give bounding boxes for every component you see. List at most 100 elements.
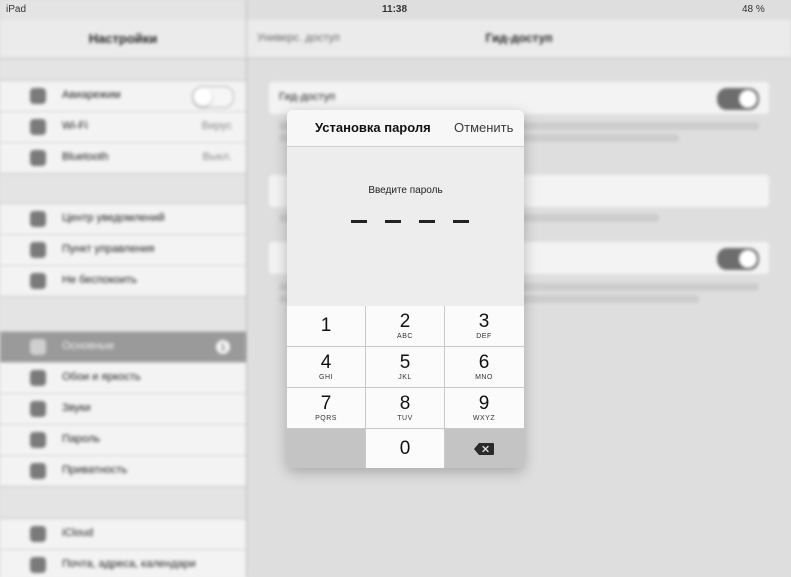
- sidebar-item-notification-center[interactable]: Центр уведомлений: [0, 204, 246, 235]
- passcode-prompt: Введите пароль: [368, 185, 443, 196]
- dialog-title: Установка пароля: [315, 120, 431, 135]
- passcode-digit-slot: [453, 220, 469, 223]
- key-digit: 6: [478, 352, 490, 373]
- key-digit: 7: [320, 393, 332, 414]
- speaker-icon: [30, 401, 46, 417]
- detail-title: Гид-доступ: [485, 31, 553, 45]
- key-digit: 1: [320, 315, 332, 336]
- key-digit: 3: [478, 311, 490, 332]
- airplane-toggle[interactable]: [192, 86, 234, 108]
- sidebar-item-label: Bluetooth: [62, 151, 109, 163]
- key-3[interactable]: 3 DEF: [445, 306, 524, 346]
- sidebar-item-value: Вируc: [201, 120, 232, 132]
- sidebar-item-label: iCloud: [62, 527, 94, 539]
- sidebar-item-label: Звуки: [62, 402, 91, 414]
- ipad-screen: Настройки Авиарежим Wi-Fi Вируc Bluetoot…: [0, 0, 791, 577]
- sidebar-group-connectivity: Авиарежим Wi-Fi Вируc Bluetooth Выкл.: [0, 80, 246, 174]
- device-label: iPad: [6, 4, 27, 15]
- key-4[interactable]: 4 GHI: [287, 347, 365, 387]
- sidebar-item-do-not-disturb[interactable]: Не беспокоить: [0, 266, 246, 296]
- key-digit: 4: [320, 352, 332, 373]
- blank-key: [287, 429, 365, 468]
- detail-header: Универс. доступ Гид-доступ: [247, 20, 791, 59]
- guided-access-label: Гид-доступ: [279, 91, 336, 103]
- sidebar-item-sounds[interactable]: Звуки: [0, 394, 246, 425]
- key-digit: 9: [478, 393, 490, 414]
- passcode-digit-slot: [351, 220, 367, 223]
- sidebar-item-bluetooth[interactable]: Bluetooth Выкл.: [0, 143, 246, 173]
- key-letters: ABC: [397, 333, 413, 340]
- sidebar-item-mail[interactable]: Почта, адреса, календари: [0, 550, 246, 577]
- sidebar-item-value: Выкл.: [202, 151, 232, 163]
- sidebar-header: Настройки: [0, 20, 246, 59]
- sidebar-item-label: Почта, адреса, календари: [62, 558, 196, 570]
- gear-icon: [30, 339, 46, 355]
- sidebar-item-label: Авиарежим: [62, 89, 121, 101]
- bluetooth-icon: [30, 150, 46, 166]
- key-8[interactable]: 8 TUV: [366, 388, 444, 428]
- sidebar-item-label: Обои и яркость: [62, 371, 141, 383]
- sidebar-item-privacy[interactable]: Приватность: [0, 456, 246, 486]
- key-letters: DEF: [476, 333, 492, 340]
- clock: 11:38: [382, 4, 408, 15]
- sidebar-item-general[interactable]: Основные 1: [0, 332, 246, 363]
- sidebar-item-label: Не беспокоить: [62, 274, 137, 286]
- key-letters: WXYZ: [472, 415, 496, 422]
- cancel-button[interactable]: Отменить: [454, 120, 513, 135]
- passcode-digit-slot: [419, 220, 435, 223]
- set-passcode-dialog: Установка пароля Отменить Введите пароль…: [287, 110, 524, 468]
- backspace-icon: [474, 443, 494, 455]
- key-digit: 8: [399, 393, 411, 414]
- sidebar-item-label: Центр уведомлений: [62, 212, 165, 224]
- key-letters: PQRS: [315, 415, 337, 422]
- sidebar-item-icloud[interactable]: iCloud: [0, 519, 246, 550]
- sidebar-item-airplane[interactable]: Авиарежим: [0, 81, 246, 112]
- cloud-icon: [30, 526, 46, 542]
- sidebar-item-label: Основные: [62, 340, 115, 352]
- sidebar-title: Настройки: [88, 31, 158, 46]
- key-letters: JKL: [398, 374, 412, 381]
- key-letters: MNO: [475, 374, 493, 381]
- moon-icon: [30, 273, 46, 289]
- accessibility-shortcut-toggle[interactable]: [717, 248, 759, 270]
- numeric-keypad: 1 2 ABC 3 DEF 4 GHI 5 JKL 6 MNO 7 PQRS 8…: [287, 306, 524, 468]
- battery-percent: 48 %: [742, 4, 765, 15]
- key-digit: 2: [399, 311, 411, 332]
- key-letters: TUV: [397, 415, 413, 422]
- key-1[interactable]: 1: [287, 306, 365, 346]
- sidebar-group-notifications: Центр уведомлений Пункт управления Не бе…: [0, 203, 246, 297]
- key-digit: 5: [399, 352, 411, 373]
- update-badge: 1: [216, 340, 230, 354]
- wallpaper-icon: [30, 370, 46, 386]
- sidebar-item-wifi[interactable]: Wi-Fi Вируc: [0, 112, 246, 143]
- lock-icon: [30, 432, 46, 448]
- key-7[interactable]: 7 PQRS: [287, 388, 365, 428]
- key-digit: 0: [399, 438, 411, 459]
- sidebar-group-accounts: iCloud Почта, адреса, календари: [0, 518, 246, 577]
- settings-sidebar: Настройки Авиарежим Wi-Fi Вируc Bluetoot…: [0, 0, 247, 577]
- key-9[interactable]: 9 WXYZ: [445, 388, 524, 428]
- hand-icon: [30, 463, 46, 479]
- airplane-icon: [30, 88, 46, 104]
- sidebar-item-passcode[interactable]: Пароль: [0, 425, 246, 456]
- key-0[interactable]: 0: [366, 429, 444, 468]
- guided-access-toggle[interactable]: [717, 88, 759, 110]
- sidebar-item-label: Приватность: [62, 464, 128, 476]
- passcode-entry-area: Введите пароль: [287, 147, 524, 306]
- sidebar-item-label: Пункт управления: [62, 243, 155, 255]
- mail-icon: [30, 557, 46, 573]
- dialog-header: Установка пароля Отменить: [287, 110, 524, 147]
- key-6[interactable]: 6 MNO: [445, 347, 524, 387]
- status-bar: iPad 11:38 48 %: [0, 0, 791, 20]
- notifications-icon: [30, 211, 46, 227]
- sidebar-item-wallpaper[interactable]: Обои и яркость: [0, 363, 246, 394]
- key-2[interactable]: 2 ABC: [366, 306, 444, 346]
- passcode-fields[interactable]: [347, 220, 469, 230]
- key-letters: GHI: [319, 374, 333, 381]
- delete-button[interactable]: [445, 429, 524, 468]
- key-5[interactable]: 5 JKL: [366, 347, 444, 387]
- control-center-icon: [30, 242, 46, 258]
- sidebar-item-control-center[interactable]: Пункт управления: [0, 235, 246, 266]
- sidebar-group-general: Основные 1 Обои и яркость Звуки Пароль П…: [0, 331, 246, 487]
- sidebar-item-label: Wi-Fi: [62, 120, 88, 132]
